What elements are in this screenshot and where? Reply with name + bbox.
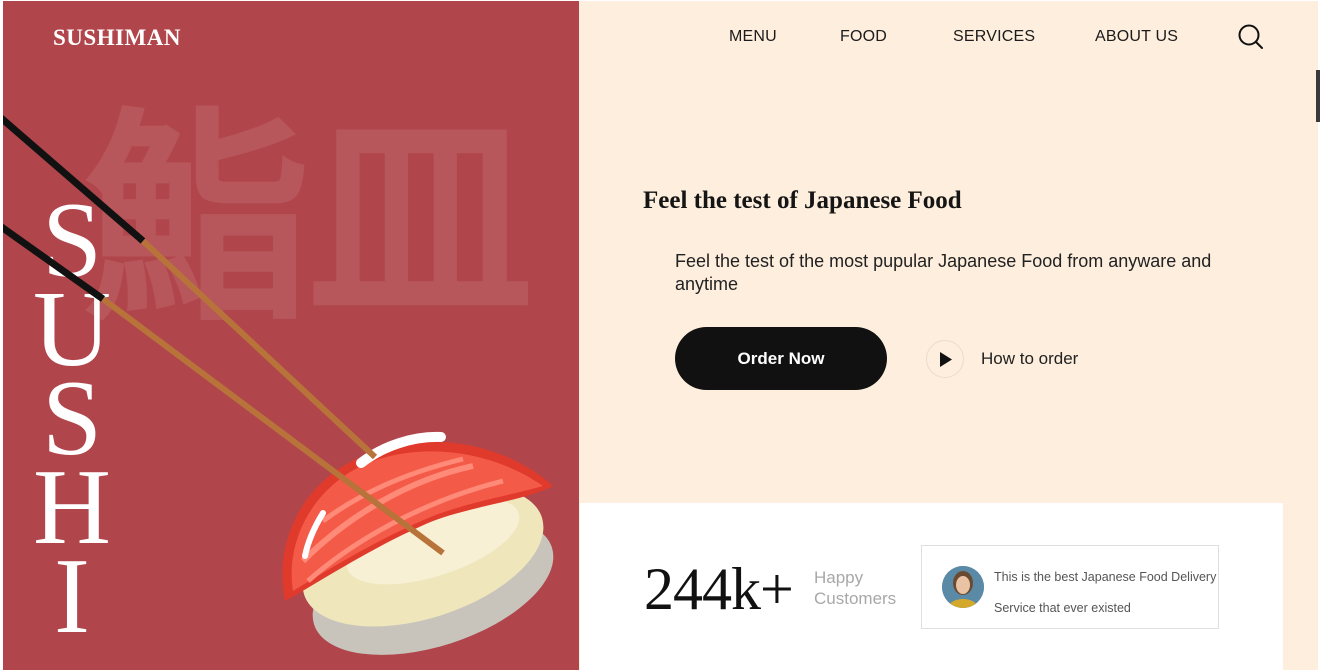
search-icon[interactable] bbox=[1237, 23, 1265, 51]
scrollbar[interactable] bbox=[1316, 70, 1320, 122]
customer-label: Happy Customers bbox=[814, 567, 914, 609]
nav-item-about-us[interactable]: ABOUT US bbox=[1095, 28, 1178, 46]
customer-label-line: Customers bbox=[814, 589, 897, 608]
hero-description: Feel the test of the most pupular Japane… bbox=[675, 251, 1212, 294]
customer-count: 244k+ bbox=[644, 556, 794, 622]
avatar bbox=[942, 566, 984, 608]
hero-content-panel: MENU FOOD SERVICES ABOUT US Feel the tes… bbox=[579, 1, 1318, 670]
order-now-button[interactable]: Order Now bbox=[675, 327, 887, 390]
nav-item-services[interactable]: SERVICES bbox=[953, 28, 1035, 46]
play-icon bbox=[940, 352, 952, 367]
review-text: This is the best Japanese Food Delivery … bbox=[994, 562, 1219, 624]
customer-label-line: Happy bbox=[814, 568, 864, 587]
nav-item-food[interactable]: FOOD bbox=[840, 28, 887, 46]
sushi-illustration bbox=[3, 115, 554, 655]
nav-item-menu[interactable]: MENU bbox=[729, 28, 777, 46]
review-line: Service that ever existed bbox=[994, 601, 1131, 615]
hero-title: Feel the test of Japanese Food bbox=[643, 187, 962, 214]
review-line: This is the best Japanese Food Delivery bbox=[994, 570, 1217, 584]
how-to-order-link[interactable]: How to order bbox=[981, 349, 1078, 369]
stats-card: 244k+ Happy Customers This is the best J… bbox=[580, 503, 1283, 670]
review-card: This is the best Japanese Food Delivery … bbox=[921, 545, 1219, 629]
hero-image-panel: SUSHIMAN 鮨皿 S U S H I bbox=[3, 1, 579, 670]
play-button[interactable] bbox=[926, 340, 964, 378]
